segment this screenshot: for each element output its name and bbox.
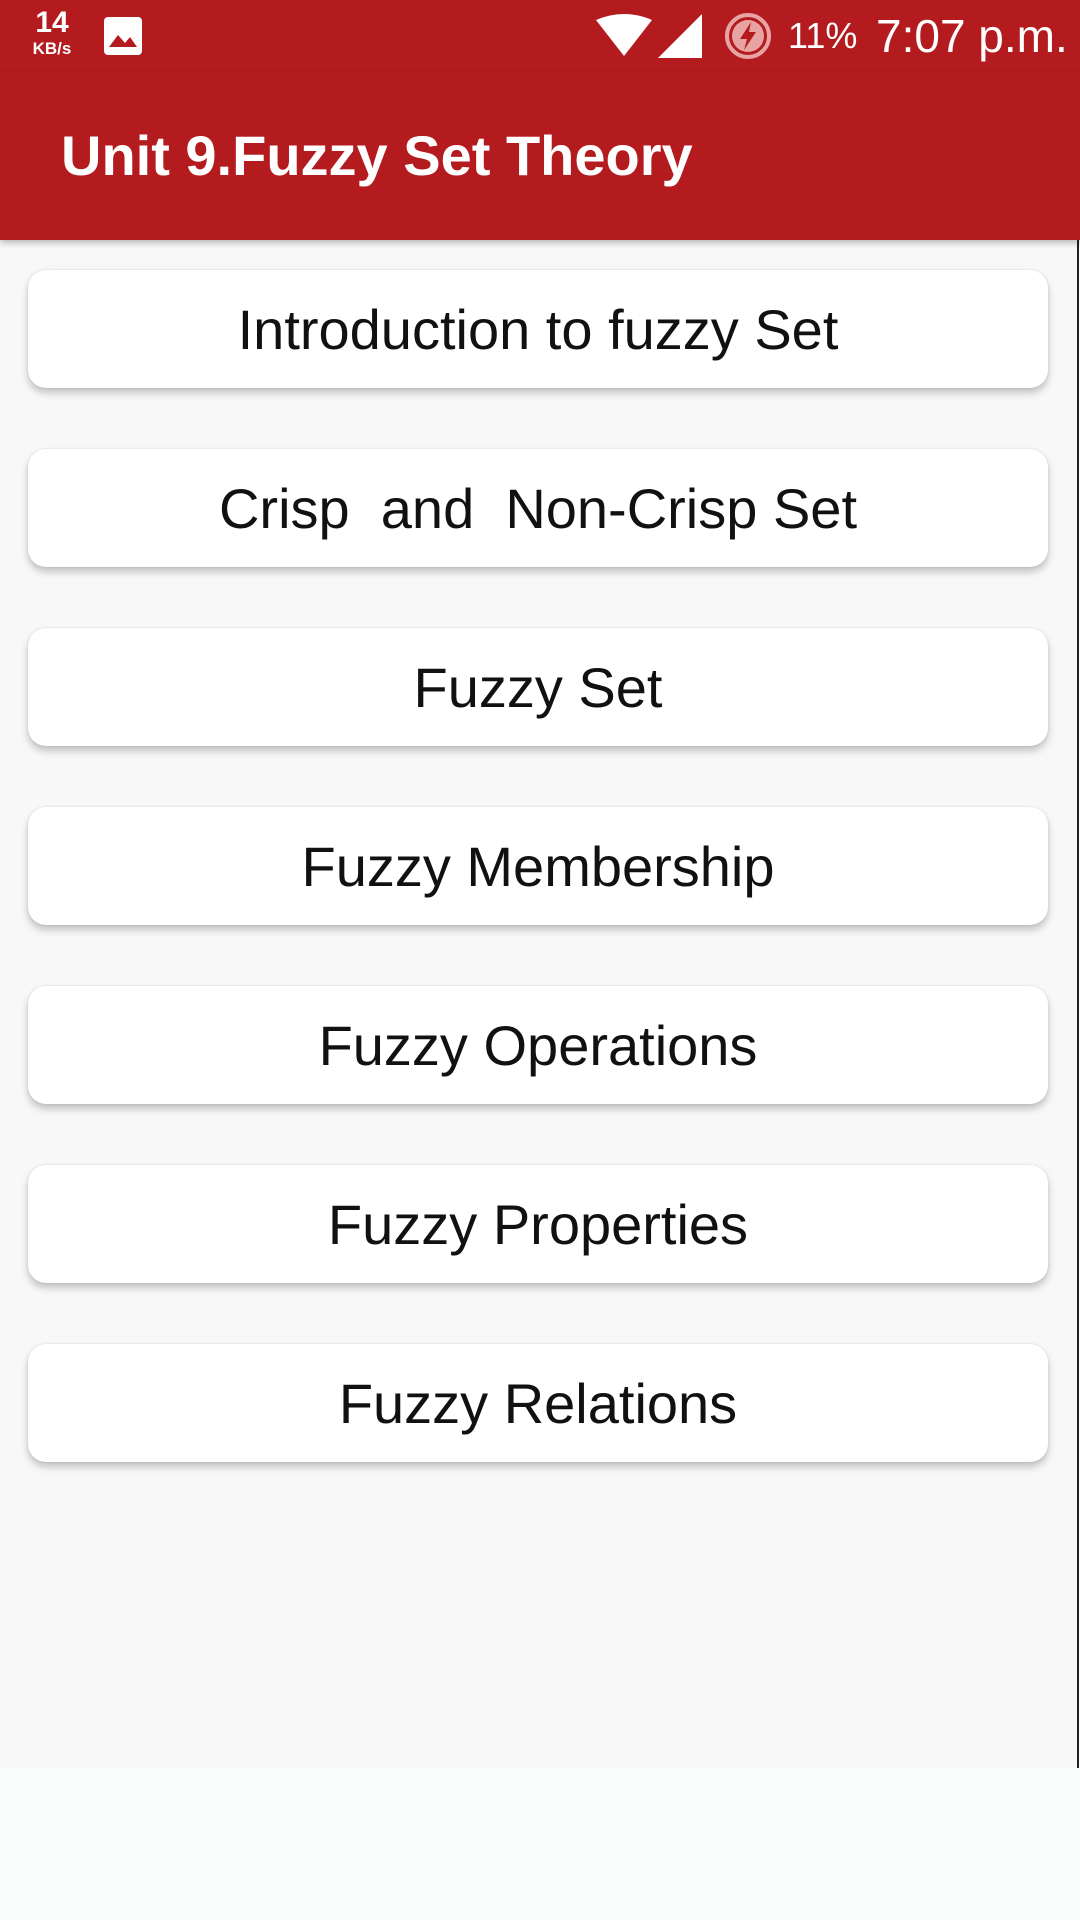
network-speed-value: 14 [35, 6, 69, 39]
app-bar: Unit 9.Fuzzy Set Theory [0, 72, 1080, 240]
wifi-icon [596, 14, 652, 56]
battery-saver-icon [725, 13, 771, 59]
topic-button-fuzzy-properties[interactable]: Fuzzy Properties [28, 1165, 1048, 1283]
topic-button-fuzzy-relations[interactable]: Fuzzy Relations [28, 1344, 1048, 1462]
topic-button-fuzzy-membership[interactable]: Fuzzy Membership [28, 807, 1048, 925]
topic-button-fuzzy-operations[interactable]: Fuzzy Operations [28, 986, 1048, 1104]
topic-button-fuzzy-set[interactable]: Fuzzy Set [28, 628, 1048, 746]
battery-percentage: 11% [788, 15, 858, 56]
cell-signal-icon [658, 14, 702, 58]
network-speed-indicator: 14 KB/s [24, 6, 80, 58]
topic-button-crisp-and-non-crisp-set[interactable]: Crisp and Non-Crisp Set [28, 449, 1048, 567]
screen: 14 KB/s 11% 7:07 p.m. Unit 9.Fuzzy Set T… [0, 0, 1080, 1920]
page-title: Unit 9.Fuzzy Set Theory [61, 124, 693, 187]
topic-list: Introduction to fuzzy Set Crisp and Non-… [0, 240, 1079, 1768]
status-clock: 7:07 p.m. [876, 10, 1068, 62]
topic-button-introduction-to-fuzzy-set[interactable]: Introduction to fuzzy Set [28, 270, 1048, 388]
image-notification-icon [104, 17, 142, 55]
status-bar: 14 KB/s 11% 7:07 p.m. [0, 0, 1080, 72]
network-speed-unit: KB/s [32, 39, 72, 58]
